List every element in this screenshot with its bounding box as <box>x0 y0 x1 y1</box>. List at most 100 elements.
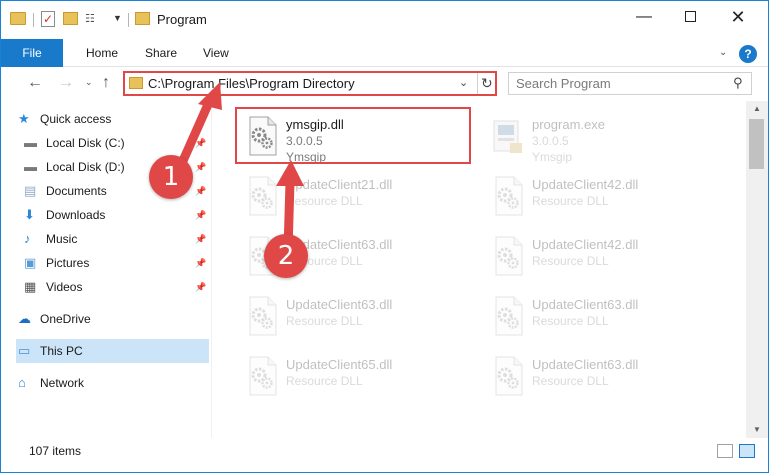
folder-icon[interactable] <box>10 12 26 25</box>
file-name: UpdateClient65.dll <box>286 357 393 372</box>
file-detail-primary: Resource DLL <box>286 374 363 388</box>
file-tile[interactable]: program.exe 3.0.0.5 Ymsgip <box>484 107 714 164</box>
forward-arrow-icon[interactable]: → <box>58 74 74 92</box>
file-detail-secondary: Ymsgip <box>532 150 573 164</box>
pin-icon: 📌 <box>195 162 207 172</box>
address-divider <box>477 73 478 94</box>
recent-locations-caret-icon[interactable]: ⌄ <box>85 77 93 88</box>
pin-icon: 📌 <box>195 210 207 220</box>
up-arrow-icon[interactable]: ↑ <box>102 74 110 92</box>
download-icon: ⬇ <box>24 207 35 222</box>
properties-check-icon[interactable]: ✓ <box>41 11 55 27</box>
music-icon: ♪ <box>24 231 31 246</box>
file-detail-primary: Resource DLL <box>286 194 363 208</box>
dll-gear-icon <box>249 356 277 396</box>
item-count: 107 items <box>29 444 82 458</box>
properties-list-icon[interactable]: ☷ <box>85 12 107 26</box>
refresh-icon[interactable]: ↻ <box>481 73 493 94</box>
back-arrow-icon[interactable]: ← <box>27 74 43 92</box>
file-tile[interactable]: UpdateClient63.dll Resource DLL <box>484 287 714 343</box>
tab-view[interactable]: View <box>203 39 229 67</box>
sidebar-item-label: Music <box>46 232 78 246</box>
toolbar-separator <box>33 13 34 27</box>
scroll-up-arrow-icon[interactable]: ▲ <box>746 101 768 117</box>
pictures-icon: ▣ <box>24 255 37 270</box>
customize-toolbar-caret-icon[interactable]: ▼ <box>113 13 122 23</box>
dll-gear-icon <box>495 296 523 336</box>
file-detail-primary: Resource DLL <box>532 194 609 208</box>
sidebar-item-label: Local Disk (D:) <box>46 160 125 174</box>
window-title: Program <box>157 12 207 27</box>
network-icon: ⌂ <box>18 375 26 390</box>
minimize-button[interactable]: — <box>621 1 667 33</box>
sidebar-item[interactable]: ☁ OneDrive <box>16 307 209 331</box>
drive-icon: ▬ <box>24 159 37 174</box>
file-name: UpdateClient42.dll <box>532 237 639 252</box>
ribbon-tabs: File Home Share View ⌄ ? <box>1 39 768 67</box>
sidebar-item[interactable]: ▭ This PC <box>16 339 209 363</box>
title-bar: ✓ ☷ ▼ Program — ✕ <box>1 1 768 39</box>
sidebar-item[interactable]: ▣ Pictures 📌 <box>16 251 209 275</box>
maximize-button[interactable] <box>667 1 713 33</box>
dll-gear-icon <box>495 356 523 396</box>
sidebar-item[interactable]: ♪ Music 📌 <box>16 227 209 251</box>
scroll-thumb[interactable] <box>749 119 764 169</box>
dll-gear-icon <box>249 296 277 336</box>
file-tile[interactable]: UpdateClient21.dll Resource DLL <box>238 167 468 223</box>
file-name: UpdateClient63.dll <box>532 357 639 372</box>
search-icon[interactable]: ⚲ <box>733 75 743 91</box>
search-box[interactable]: ⚲ <box>508 72 752 95</box>
sidebar-item-label: This PC <box>40 344 83 358</box>
details-view-icon[interactable] <box>717 444 733 458</box>
documents-icon: ▤ <box>24 183 37 198</box>
address-bar[interactable]: C:\Program Files\Program Directory ⌄ ↻ <box>123 71 497 96</box>
search-input[interactable] <box>509 73 729 94</box>
tab-file[interactable]: File <box>1 39 63 67</box>
file-detail-primary: Resource DLL <box>532 374 609 388</box>
sidebar-item-label: Local Disk (C:) <box>46 136 125 150</box>
file-detail-primary: Resource DLL <box>532 254 609 268</box>
step-2-badge: 2 <box>264 234 308 278</box>
expand-ribbon-chevron-icon[interactable]: ⌄ <box>719 47 727 58</box>
maximize-icon <box>684 11 696 23</box>
dll-gear-icon <box>249 176 277 216</box>
sidebar-item[interactable]: ▬ Local Disk (C:) 📌 <box>16 131 209 155</box>
address-path[interactable]: C:\Program Files\Program Directory <box>148 76 355 91</box>
file-tile[interactable]: UpdateClient65.dll Resource DLL <box>238 347 468 403</box>
target-file-highlight <box>235 107 471 164</box>
file-name: UpdateClient21.dll <box>286 177 393 192</box>
sidebar-item[interactable]: ⬇ Downloads 📌 <box>16 203 209 227</box>
sidebar-item-label: Downloads <box>46 208 106 222</box>
address-dropdown-chevron-icon[interactable]: ⌄ <box>459 76 468 89</box>
file-name: UpdateClient63.dll <box>286 297 393 312</box>
tiles-view-icon[interactable] <box>739 444 755 458</box>
sidebar-item-label: Quick access <box>40 112 112 126</box>
dll-gear-icon <box>495 236 523 276</box>
scroll-down-arrow-icon[interactable]: ▼ <box>746 422 768 438</box>
pin-icon: 📌 <box>195 234 207 244</box>
close-button[interactable]: ✕ <box>715 1 761 33</box>
sidebar-item-label: Documents <box>46 184 107 198</box>
vertical-scrollbar[interactable]: ▲ ▼ <box>746 101 768 438</box>
tab-home[interactable]: Home <box>86 39 118 67</box>
step-1-badge: 1 <box>149 155 193 199</box>
sidebar-item[interactable]: ▦ Videos 📌 <box>16 275 209 299</box>
file-detail-primary: 3.0.0.5 <box>532 134 569 148</box>
sidebar-item-label: Network <box>40 376 85 390</box>
tab-share[interactable]: Share <box>145 39 177 67</box>
file-tile[interactable]: UpdateClient42.dll Resource DLL <box>484 167 714 223</box>
file-tile[interactable]: UpdateClient63.dll Resource DLL <box>238 287 468 343</box>
videos-icon: ▦ <box>24 279 37 294</box>
new-folder-icon[interactable] <box>63 12 78 25</box>
computer-icon: ▭ <box>18 343 31 358</box>
file-tile[interactable]: UpdateClient63.dll Resource DLL <box>484 347 714 403</box>
cloud-icon: ☁ <box>18 311 31 326</box>
sidebar-item-label: Pictures <box>46 256 90 270</box>
status-bar: 107 items <box>1 438 768 472</box>
window-folder-icon <box>135 12 150 25</box>
help-icon[interactable]: ? <box>739 45 757 63</box>
file-detail-primary: Resource DLL <box>532 314 609 328</box>
sidebar-item[interactable]: ⌂ Network <box>16 371 209 395</box>
file-tile[interactable]: UpdateClient42.dll Resource DLL <box>484 227 714 283</box>
sidebar-item[interactable]: ★ Quick access <box>16 107 209 131</box>
